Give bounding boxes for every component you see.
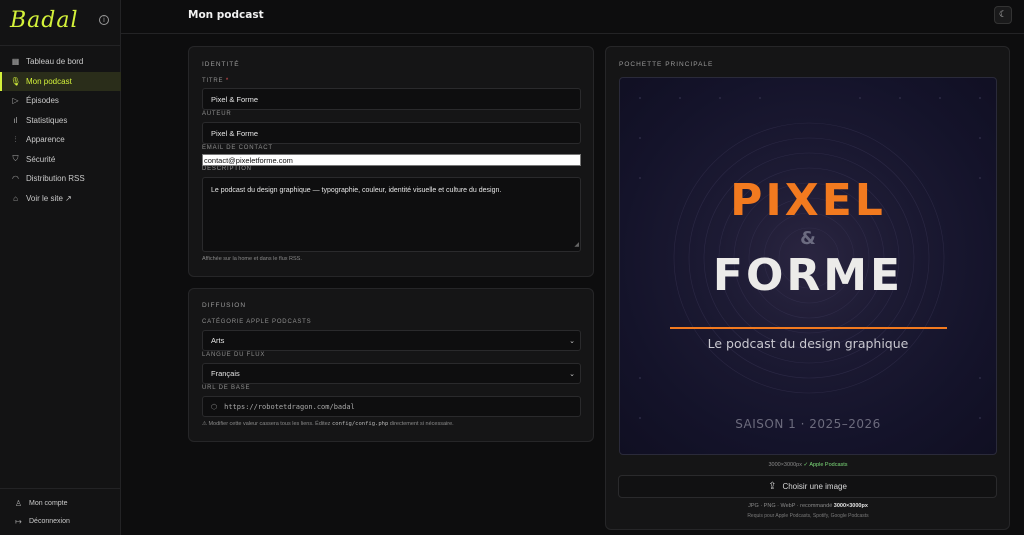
description-label: DESCRIPTION — [202, 166, 252, 172]
sidebar-item-déconnexion[interactable]: ↦ Déconnexion — [0, 512, 121, 530]
divider — [0, 45, 121, 46]
upload-label: Choisir une image — [782, 482, 847, 491]
sidebar-item-mon-podcast[interactable]: 🎙 Mon podcast — [0, 71, 121, 91]
home-icon: ⌂ — [13, 193, 18, 203]
sidebar-item-sécurité[interactable]: ⛉ Sécurité — [0, 150, 121, 170]
sidebar-item-label: Sécurité — [26, 154, 56, 164]
sidebar-item-voir-le-site[interactable]: ⌂ Voir le site ↗ — [0, 189, 121, 209]
description-hint: Affichée sur la home et dans le flux RSS… — [202, 256, 302, 262]
langue-select[interactable]: Français ⌄ — [202, 363, 581, 384]
cover-title-pixel: PIXEL — [730, 175, 886, 226]
titre-input[interactable]: Pixel & Forme — [202, 88, 581, 110]
play-icon: ▷ — [12, 96, 19, 106]
section-title: POCHETTE PRINCIPALE — [619, 61, 714, 68]
sidebar-item-statistiques[interactable]: ıl Statistiques — [0, 111, 121, 131]
categorie-label: CATÉGORIE APPLE PODCASTS — [202, 319, 312, 325]
url-label: URL DE BASE — [202, 385, 251, 391]
bar-chart-icon: ıl — [13, 115, 18, 125]
diffusion-card: DIFFUSION CATÉGORIE APPLE PODCASTS Arts … — [188, 288, 594, 442]
description-text: Le podcast du design graphique — typogra… — [211, 187, 502, 194]
cover-accent-line — [670, 327, 947, 329]
user-icon: ♙ — [14, 498, 23, 508]
url-input[interactable]: ⬡ https://robotetdragon.com/badal — [202, 396, 581, 417]
grid-icon: ▦ — [11, 57, 20, 67]
lock-icon: ⬡ — [211, 403, 218, 411]
categorie-value: Arts — [211, 336, 225, 345]
app-logo[interactable]: Badal — [10, 8, 79, 33]
sidebar-item-label: Mon podcast — [26, 76, 72, 86]
sidebar-item-tableau-de-bord[interactable]: ▦ Tableau de bord — [0, 52, 121, 72]
moon-icon: ☾ — [998, 10, 1008, 20]
sidebar-item-label: Distribution RSS — [26, 174, 85, 184]
required-for-note: Requis pour Apple Podcasts, Spotify, Goo… — [747, 513, 869, 519]
cover-subtitle: Le podcast du design graphique — [707, 336, 909, 351]
apple-podcasts-ok-badge: ✓ Apple Podcasts — [803, 462, 848, 468]
cover-ampersand: & — [800, 228, 816, 249]
cover-image[interactable]: PIXEL & FORME Le podcast du design graph… — [619, 77, 997, 455]
sidebar-item-apparence[interactable]: ⫶ Apparence — [0, 130, 121, 150]
cover-dimensions: 3000×3000px ✓ Apple Podcasts — [768, 462, 848, 468]
cover-season: SAISON 1 · 2025–2026 — [735, 417, 881, 431]
categorie-select[interactable]: Arts ⌄ — [202, 330, 581, 351]
section-title: DIFFUSION — [202, 302, 247, 309]
sidebar-item-label: Apparence — [26, 135, 65, 145]
sidebar-item-label: Épisodes — [26, 96, 59, 106]
sidebar-item-label: Mon compte — [29, 499, 68, 507]
sidebar-nav: ▦ Tableau de bord 🎙 Mon podcast ▷ Épisodes ıl S… — [0, 52, 121, 208]
titre-label: TITRE * — [202, 78, 229, 84]
identite-card: IDENTITÉ TITRE * Pixel & Forme AUTEUR Pi… — [188, 46, 594, 277]
top-header: Mon podcast ☾ — [121, 0, 1024, 34]
accepted-formats: JPG · PNG · WebP · recommandé 3000×3000p… — [748, 503, 868, 509]
url-hint: ⚠ Modifier cette valeur cassera tous les… — [202, 421, 454, 427]
sidebar-item-mon-compte[interactable]: ♙ Mon compte — [0, 494, 121, 512]
chevron-down-icon: ⌄ — [569, 337, 575, 345]
sidebar-item-label: Déconnexion — [29, 517, 70, 525]
langue-value: Français — [211, 369, 240, 378]
sidebar-item-label: Tableau de bord — [26, 57, 84, 67]
description-textarea[interactable]: Le podcast du design graphique — typogra… — [202, 177, 581, 252]
auteur-input[interactable]: Pixel & Forme — [202, 122, 581, 144]
sidebar-item-distribution-rss[interactable]: ◠ Distribution RSS — [0, 169, 121, 189]
divider — [0, 488, 121, 489]
shield-icon: ⛉ — [12, 154, 19, 164]
cover-title-forme: FORME — [712, 250, 904, 301]
upload-icon: ⇪ — [768, 481, 777, 492]
sidebar-item-label: Voir le site ↗ — [26, 193, 72, 203]
logo-row: Badal i — [10, 8, 113, 38]
rss-icon: ◠ — [12, 174, 19, 184]
sidebar-item-label: Statistiques — [26, 115, 68, 125]
theme-toggle-button[interactable]: ☾ — [994, 6, 1012, 24]
sliders-icon: ⫶ — [14, 134, 17, 144]
upload-image-button[interactable]: ⇪ Choisir une image — [618, 475, 997, 498]
email-label: EMAIL DE CONTACT — [202, 145, 273, 151]
logout-icon: ↦ — [15, 516, 22, 526]
page-title: Mon podcast — [188, 9, 264, 21]
microphone-icon: 🎙 — [10, 76, 21, 86]
langue-label: LANGUE DU FLUX — [202, 352, 266, 358]
email-field[interactable]: contact@pixeletforme.com — [202, 154, 581, 166]
auteur-label: AUTEUR — [202, 111, 232, 117]
resize-handle-icon[interactable]: ◢ — [574, 242, 579, 250]
url-value: https://robotetdragon.com/badal — [224, 402, 355, 411]
chevron-down-icon: ⌄ — [569, 370, 575, 378]
section-title: IDENTITÉ — [202, 61, 240, 68]
info-icon[interactable]: i — [99, 15, 109, 25]
sidebar-bottom: ♙ Mon compte ↦ Déconnexion — [0, 494, 121, 530]
sidebar: Badal i ▦ Tableau de bord 🎙 Mon podcast ▷ Épi… — [0, 0, 121, 535]
sidebar-item-épisodes[interactable]: ▷ Épisodes — [0, 91, 121, 111]
